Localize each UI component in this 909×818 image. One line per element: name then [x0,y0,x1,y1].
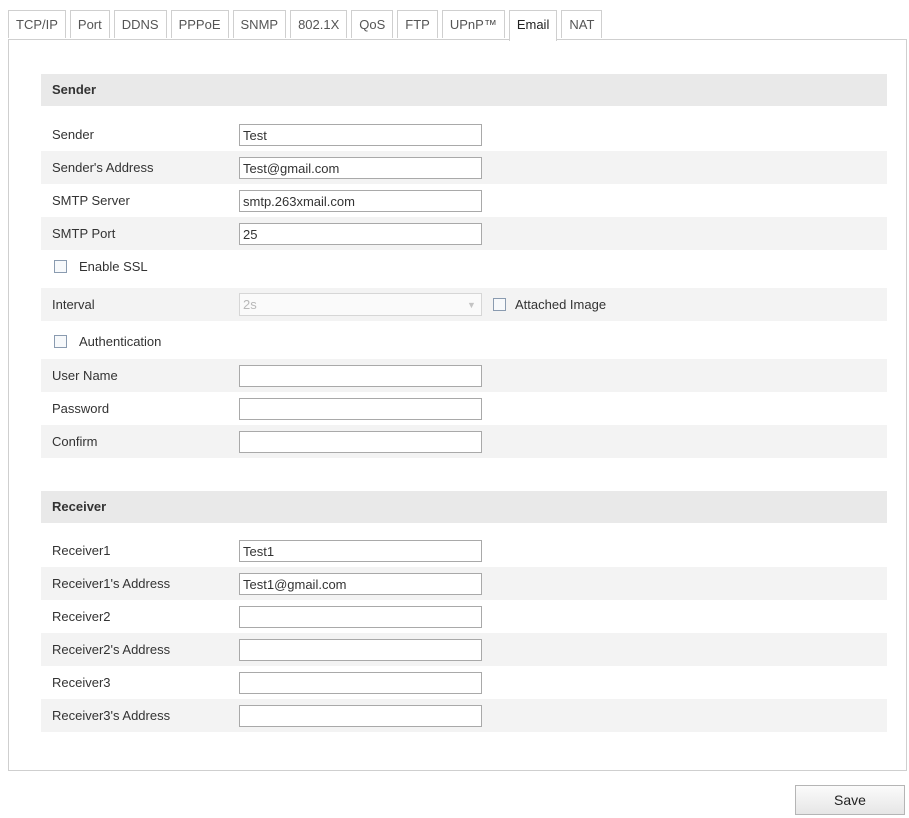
interval-select-value: 2s [243,297,257,312]
sender-address-input[interactable] [239,157,482,179]
sender-section-header: Sender [41,74,887,106]
tab-ddns[interactable]: DDNS [113,10,167,38]
authentication-label: Authentication [79,334,162,349]
receiver1-address-label: Receiver1's Address [52,576,171,591]
receiver2-address-row: Receiver2's Address [41,633,887,666]
attached-image-label: Attached Image [515,297,607,312]
user-name-row: User Name [41,359,887,392]
tab-snmp[interactable]: SNMP [232,10,287,38]
receiver3-address-label: Receiver3's Address [52,708,171,723]
confirm-row: Confirm [41,425,887,458]
receiver3-row: Receiver3 [41,666,887,699]
receiver1-address-input[interactable] [239,573,482,595]
tab-ftp[interactable]: FTP [397,10,438,38]
tab-email[interactable]: Email [508,10,558,41]
interval-label: Interval [52,297,95,312]
sender-input[interactable] [239,124,482,146]
receiver1-row: Receiver1 [41,534,887,567]
smtp-server-row: SMTP Server [41,184,887,217]
password-row: Password [41,392,887,425]
authentication-checkbox[interactable] [54,335,67,348]
sender-address-label: Sender's Address [52,160,154,175]
receiver-section-header: Receiver [41,491,887,523]
chevron-down-icon: ▼ [467,300,476,310]
interval-row: Interval 2s ▼ Attached Image [41,288,887,321]
user-name-label: User Name [52,368,118,383]
receiver1-address-row: Receiver1's Address [41,567,887,600]
tab-port[interactable]: Port [69,10,110,38]
user-name-input[interactable] [239,365,482,387]
enable-ssl-row: Enable SSL [41,250,887,283]
sender-label: Sender [52,127,94,142]
enable-ssl-label: Enable SSL [79,259,148,274]
tab-bar: TCP/IP Port DDNS PPPoE SNMP 802.1X QoS F… [8,10,606,41]
receiver2-row: Receiver2 [41,600,887,633]
confirm-label: Confirm [52,434,98,449]
tab-pppoe[interactable]: PPPoE [170,10,229,38]
receiver3-input[interactable] [239,672,482,694]
tab-upnp[interactable]: UPnP™ [441,10,505,38]
receiver1-input[interactable] [239,540,482,562]
sender-row: Sender [41,118,887,151]
smtp-server-label: SMTP Server [52,193,130,208]
receiver2-label: Receiver2 [52,609,111,624]
tab-qos[interactable]: QoS [351,10,394,38]
smtp-port-input[interactable] [239,223,482,245]
receiver3-address-row: Receiver3's Address [41,699,887,732]
email-settings-panel: Sender Sender Sender's Address SMTP Serv… [8,39,907,771]
smtp-port-row: SMTP Port [41,217,887,250]
tab-nat[interactable]: NAT [561,10,603,38]
enable-ssl-checkbox[interactable] [54,260,67,273]
receiver2-input[interactable] [239,606,482,628]
interval-select[interactable]: 2s ▼ [239,293,482,316]
save-button[interactable]: Save [795,785,905,815]
attached-image-checkbox[interactable] [493,298,506,311]
authentication-row: Authentication [41,325,887,358]
receiver1-label: Receiver1 [52,543,111,558]
password-label: Password [52,401,110,416]
smtp-server-input[interactable] [239,190,482,212]
receiver3-label: Receiver3 [52,675,111,690]
password-input[interactable] [239,398,482,420]
receiver2-address-label: Receiver2's Address [52,642,171,657]
smtp-port-label: SMTP Port [52,226,116,241]
receiver2-address-input[interactable] [239,639,482,661]
tab-tcpip[interactable]: TCP/IP [8,10,66,38]
receiver3-address-input[interactable] [239,705,482,727]
sender-address-row: Sender's Address [41,151,887,184]
confirm-input[interactable] [239,431,482,453]
tab-8021x[interactable]: 802.1X [290,10,348,38]
